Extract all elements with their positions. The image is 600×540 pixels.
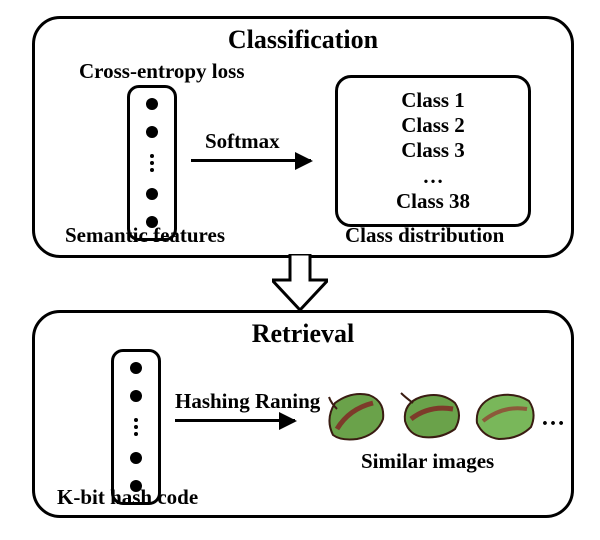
semantic-features-label: Semantic features	[65, 223, 225, 248]
class-3: Class 3	[358, 138, 508, 163]
class-2: Class 2	[358, 113, 508, 138]
dot-icon	[146, 98, 158, 110]
leaf-image-2	[397, 389, 465, 441]
classification-panel: Classification Cross-entropy loss Semant…	[32, 16, 574, 258]
hash-code-vector	[111, 349, 161, 505]
class-distribution-box: Class 1 Class 2 Class 3 … Class 38	[335, 75, 531, 227]
leaf-image-3	[471, 389, 539, 441]
arrow-right-icon	[191, 159, 311, 162]
classification-title: Classification	[35, 25, 571, 55]
class-distribution-label: Class distribution	[345, 223, 504, 248]
ellipsis-icon	[150, 154, 154, 172]
class-dots: …	[358, 164, 508, 189]
hash-code-label: K-bit hash code	[57, 485, 198, 510]
arrow-right-icon	[175, 419, 295, 422]
dot-icon	[130, 452, 142, 464]
cross-entropy-label: Cross-entropy loss	[79, 59, 245, 84]
softmax-label: Softmax	[205, 129, 280, 154]
dot-icon	[146, 188, 158, 200]
semantic-features-vector	[127, 85, 177, 241]
leaf-image-1	[323, 389, 391, 441]
dot-icon	[130, 390, 142, 402]
hashing-raning-label: Hashing Raning	[175, 389, 320, 414]
arrow-down-icon	[272, 254, 328, 310]
class-38: Class 38	[358, 189, 508, 214]
retrieval-panel: Retrieval K-bit hash code Hashing Raning	[32, 310, 574, 518]
dot-icon	[130, 362, 142, 374]
similar-images-label: Similar images	[361, 449, 494, 474]
dot-icon	[146, 126, 158, 138]
class-1: Class 1	[358, 88, 508, 113]
retrieval-title: Retrieval	[35, 319, 571, 349]
trailing-ellipsis: …	[541, 405, 565, 432]
ellipsis-icon	[134, 418, 138, 436]
